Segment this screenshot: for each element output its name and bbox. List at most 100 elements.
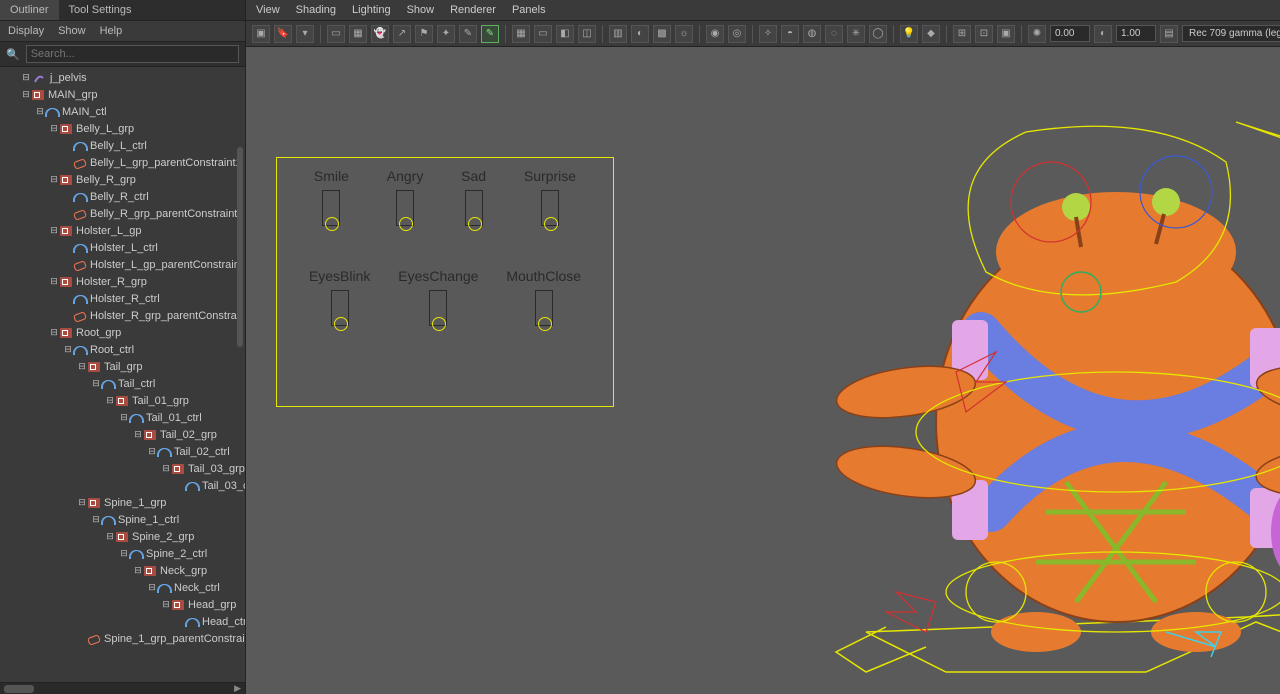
tree-toggle-icon[interactable]: ⊟ xyxy=(76,358,88,375)
xray-icon[interactable]: ◎ xyxy=(728,25,746,43)
tab-tool-settings[interactable]: Tool Settings xyxy=(59,0,142,20)
camera-dropdown-icon[interactable]: ▾ xyxy=(296,25,314,43)
lights-icon[interactable]: ☼ xyxy=(675,25,693,43)
tree-toggle-icon[interactable]: ⊟ xyxy=(104,392,116,409)
tree-row[interactable]: ⊟MAIN_ctl xyxy=(6,103,245,120)
tree-toggle-icon[interactable]: ⊟ xyxy=(48,222,60,239)
tree-toggle-icon[interactable]: ⊟ xyxy=(20,86,32,103)
colorspace-dropdown[interactable]: Rec 709 gamma (legacy) ▼ xyxy=(1182,25,1280,42)
image-plane-icon[interactable]: ▭ xyxy=(327,25,345,43)
gate-mask-icon[interactable]: ◧ xyxy=(556,25,574,43)
outliner-menu-display[interactable]: Display xyxy=(8,25,44,37)
tree-toggle-icon[interactable]: ⊟ xyxy=(132,562,144,579)
tree-row[interactable]: Tail_03_ctrl xyxy=(6,477,245,494)
motion-blur-icon[interactable]: ◌ xyxy=(825,25,843,43)
tree-toggle-icon[interactable]: ⊟ xyxy=(48,171,60,188)
exposure-icon[interactable]: ✺ xyxy=(1028,25,1046,43)
tree-row[interactable]: ⊟Neck_ctrl xyxy=(6,579,245,596)
hscroll-arrow[interactable]: ▶ xyxy=(234,683,241,694)
tree-row[interactable]: Holster_L_ctrl xyxy=(6,239,245,256)
tree-toggle-icon[interactable]: ⊟ xyxy=(90,511,102,528)
outliner-tree[interactable]: ⊟j_pelvis⊟MAIN_grp⊟MAIN_ctl⊟Belly_L_grpB… xyxy=(0,67,245,682)
facial-surprise-slider[interactable] xyxy=(541,190,559,226)
bookmark-icon[interactable]: 🔖 xyxy=(274,25,292,43)
character-rig[interactable] xyxy=(636,72,1280,682)
tree-row[interactable]: ⊟Tail_02_grp xyxy=(6,426,245,443)
tree-row[interactable]: ⊟Tail_01_ctrl xyxy=(6,409,245,426)
tree-row[interactable]: ⊟Spine_2_ctrl xyxy=(6,545,245,562)
tree-toggle-icon[interactable]: ⊟ xyxy=(48,324,60,341)
tree-toggle-icon[interactable]: ⊟ xyxy=(76,494,88,511)
tree-toggle-icon[interactable]: ⊟ xyxy=(34,103,46,120)
color-space-icon[interactable]: ▤ xyxy=(1160,25,1178,43)
vp-menu-shading[interactable]: Shading xyxy=(296,4,336,16)
tree-row[interactable]: ⊟j_pelvis xyxy=(6,69,245,86)
tree-toggle-icon[interactable]: ⊟ xyxy=(20,69,32,86)
tree-toggle-icon[interactable]: ⊟ xyxy=(118,545,130,562)
tree-row[interactable]: ⊟Root_grp xyxy=(6,324,245,341)
shadows-icon[interactable]: ◓ xyxy=(781,25,799,43)
tree-toggle-icon[interactable]: ⊟ xyxy=(118,409,130,426)
grease-pencil-icon[interactable]: ✎ xyxy=(481,25,499,43)
vp-menu-view[interactable]: View xyxy=(256,4,280,16)
tree-row[interactable]: ⊟Belly_R_grp xyxy=(6,171,245,188)
facial-mouthclose-slider[interactable] xyxy=(535,290,553,326)
isolate-icon[interactable]: ◉ xyxy=(706,25,724,43)
select-camera-icon[interactable]: ▣ xyxy=(252,25,270,43)
film-back-icon[interactable]: ▭ xyxy=(534,25,552,43)
tree-toggle-icon[interactable]: ⊟ xyxy=(146,579,158,596)
tree-toggle-icon[interactable]: ⊟ xyxy=(48,120,60,137)
exposure-field[interactable] xyxy=(1050,25,1090,42)
viewport-3d[interactable]: Smile Angry Sad Surprise xyxy=(246,47,1280,694)
tree-row[interactable]: ⊟Holster_L_gp xyxy=(6,222,245,239)
gamma-icon[interactable]: ◐ xyxy=(1094,25,1112,43)
tree-row[interactable]: Holster_R_ctrl xyxy=(6,290,245,307)
vp-menu-panels[interactable]: Panels xyxy=(512,4,546,16)
tree-toggle-icon[interactable]: ⊟ xyxy=(62,341,74,358)
light-icon[interactable]: 💡 xyxy=(900,25,918,43)
tree-row[interactable]: Belly_R_ctrl xyxy=(6,188,245,205)
film-gate-icon[interactable]: ▦ xyxy=(349,25,367,43)
arrow-icon[interactable]: ↗ xyxy=(393,25,411,43)
tree-row[interactable]: Holster_R_grp_parentConstrai xyxy=(6,307,245,324)
gamma-field[interactable] xyxy=(1116,25,1156,42)
tree-row[interactable]: ⊟Tail_grp xyxy=(6,358,245,375)
ao-icon[interactable]: ◍ xyxy=(803,25,821,43)
textured-icon[interactable]: ▩ xyxy=(653,25,671,43)
tree-row[interactable]: ⊟Spine_1_grp xyxy=(6,494,245,511)
grid-icon[interactable]: ▦ xyxy=(512,25,530,43)
tree-toggle-icon[interactable]: ⊟ xyxy=(146,443,158,460)
tree-row[interactable]: ⊟Root_ctrl xyxy=(6,341,245,358)
vp-menu-show[interactable]: Show xyxy=(407,4,435,16)
tree-row[interactable]: ⊟MAIN_grp xyxy=(6,86,245,103)
tree-row[interactable]: Belly_L_ctrl xyxy=(6,137,245,154)
tree-toggle-icon[interactable]: ⊟ xyxy=(160,596,172,613)
tree-row[interactable]: ⊟Spine_1_ctrl xyxy=(6,511,245,528)
tree-toggle-icon[interactable]: ⊟ xyxy=(132,426,144,443)
tree-row[interactable]: Spine_1_grp_parentConstraint xyxy=(6,630,245,647)
ghost-icon[interactable]: 👻 xyxy=(371,25,389,43)
shaded-icon[interactable]: ◐ xyxy=(631,25,649,43)
tab-outliner[interactable]: Outliner xyxy=(0,0,59,20)
snapshot-icon[interactable]: ⊡ xyxy=(975,25,993,43)
tree-row[interactable]: ⊟Belly_L_grp xyxy=(6,120,245,137)
pencil-icon[interactable]: ✎ xyxy=(459,25,477,43)
tree-row[interactable]: ⊟Head_grp xyxy=(6,596,245,613)
tree-toggle-icon[interactable]: ⊟ xyxy=(48,273,60,290)
tree-row[interactable]: ⊟Spine_2_grp xyxy=(6,528,245,545)
dof-icon[interactable]: ◯ xyxy=(869,25,887,43)
resolution-icon[interactable]: ⊞ xyxy=(953,25,971,43)
outliner-search-input[interactable] xyxy=(26,45,239,63)
tree-row[interactable]: Holster_L_gp_parentConstrain xyxy=(6,256,245,273)
tree-row[interactable]: ⊟Tail_03_grp xyxy=(6,460,245,477)
outliner-menu-show[interactable]: Show xyxy=(58,25,86,37)
xray-joints-icon[interactable]: ✧ xyxy=(759,25,777,43)
facial-smile-slider[interactable] xyxy=(322,190,340,226)
region-icon[interactable]: ◫ xyxy=(578,25,596,43)
outliner-hscroll[interactable]: ▶ xyxy=(0,682,245,694)
tree-row[interactable]: Belly_R_grp_parentConstraint xyxy=(6,205,245,222)
wireframe-icon[interactable]: ▥ xyxy=(609,25,627,43)
facial-sad-slider[interactable] xyxy=(465,190,483,226)
tree-row[interactable]: ⊟Tail_ctrl xyxy=(6,375,245,392)
tree-row[interactable]: Belly_L_grp_parentConstraint1 xyxy=(6,154,245,171)
